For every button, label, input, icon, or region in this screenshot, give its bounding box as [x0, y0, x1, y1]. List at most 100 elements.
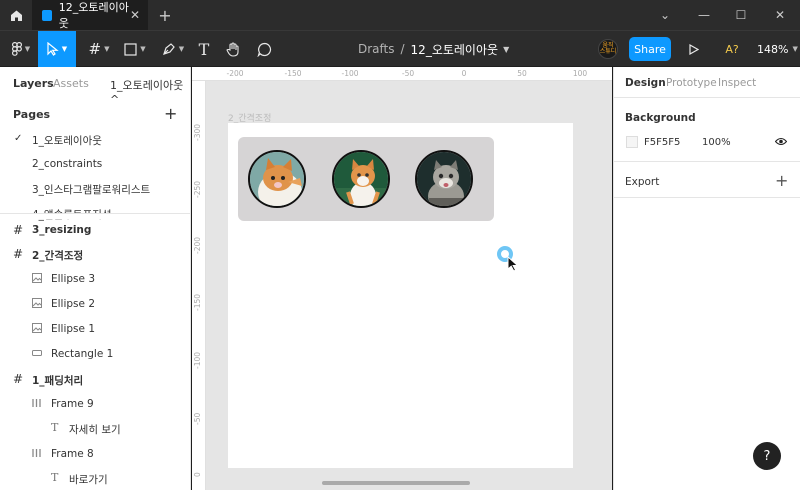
- home-button[interactable]: [0, 0, 32, 30]
- document-tab-title: 12_오토레이아웃: [58, 1, 129, 30]
- chevron-down-icon: ▼: [140, 45, 146, 53]
- background-section-title: Background: [625, 112, 696, 124]
- checkmark-icon: ✓: [14, 133, 23, 144]
- layer-item[interactable]: 자세히 보기: [69, 422, 121, 437]
- add-export-icon[interactable]: +: [775, 171, 788, 190]
- frame-tool-button[interactable]: # ▼: [82, 31, 116, 67]
- play-icon: [689, 43, 699, 55]
- comment-tool-button[interactable]: [253, 31, 275, 67]
- breadcrumb-drafts[interactable]: Drafts: [358, 42, 395, 56]
- panel-divider: [614, 161, 800, 162]
- ruler-tick: -50: [401, 69, 415, 78]
- new-tab-button[interactable]: +: [154, 0, 176, 30]
- layer-item[interactable]: Rectangle 1: [51, 348, 113, 360]
- hand-tool-button[interactable]: [222, 31, 244, 67]
- text-tool-button[interactable]: T: [193, 31, 215, 67]
- tab-close-icon[interactable]: ✕: [130, 8, 140, 22]
- background-hex-input[interactable]: F5F5F5: [644, 137, 680, 148]
- window-close-icon[interactable]: ✕: [762, 0, 798, 30]
- cursor-arrow-icon: [47, 42, 59, 56]
- panel-divider: [614, 197, 800, 198]
- help-button[interactable]: ?: [753, 442, 781, 470]
- image-icon: [32, 323, 42, 333]
- main-menu-button[interactable]: ▼: [4, 31, 38, 67]
- panel-divider: [614, 97, 800, 98]
- ellipse-2[interactable]: [332, 150, 390, 208]
- document-tab[interactable]: 12_오토레이아웃 ✕: [32, 0, 148, 30]
- frame-hash-icon: #: [13, 223, 24, 237]
- layer-item[interactable]: Ellipse 3: [51, 273, 95, 285]
- ruler-tick: 0: [461, 69, 467, 78]
- ruler-tick: -50: [193, 412, 202, 425]
- add-page-icon[interactable]: +: [164, 104, 177, 123]
- chevron-down-icon[interactable]: ⌄: [647, 0, 683, 30]
- chevron-down-icon: ▼: [792, 45, 798, 53]
- tab-prototype[interactable]: Prototype: [666, 77, 717, 89]
- layer-item[interactable]: 바로가기: [69, 472, 108, 487]
- frame-hash-icon: #: [88, 40, 102, 58]
- export-section-title: Export: [625, 176, 660, 188]
- ruler-tick: 0: [193, 472, 202, 477]
- left-panel-tabs: Layers Assets 1_오토레이아웃 ^: [0, 67, 190, 106]
- chevron-down-icon: ▼: [104, 45, 110, 53]
- file-name[interactable]: 12_오토레이아웃: [411, 41, 499, 58]
- minimize-icon[interactable]: —: [686, 0, 722, 30]
- ruler-tick: 50: [517, 69, 527, 78]
- ruler-tick: -150: [284, 69, 302, 78]
- rectangle-icon: [124, 42, 137, 56]
- avatar[interactable]: 움직 스튜디: [598, 39, 618, 59]
- shape-tool-button[interactable]: ▼: [118, 31, 152, 67]
- zoom-dropdown[interactable]: 148% ▼: [757, 31, 798, 67]
- zoom-level: 148%: [757, 42, 789, 56]
- tab-design[interactable]: Design: [625, 77, 666, 89]
- home-icon: [10, 10, 22, 21]
- layer-item[interactable]: Frame 8: [51, 448, 94, 460]
- mouse-cursor-icon: [507, 256, 519, 272]
- background-opacity-input[interactable]: 100%: [702, 137, 731, 148]
- layer-item[interactable]: Frame 9: [51, 398, 94, 410]
- layer-item[interactable]: 3_resizing: [32, 224, 91, 236]
- page-item[interactable]: 3_인스타그램팔로워리스트: [32, 182, 150, 197]
- layer-item[interactable]: Ellipse 1: [51, 323, 95, 335]
- ruler-tick: 100: [572, 69, 588, 78]
- tab-assets[interactable]: Assets: [53, 77, 89, 90]
- current-page-switcher[interactable]: 1_오토레이아웃 ^: [110, 77, 190, 106]
- pages-divider: [0, 213, 190, 219]
- ruler-tick: -100: [341, 69, 359, 78]
- layer-item[interactable]: 2_간격조정: [32, 248, 83, 263]
- chevron-down-icon: ▼: [61, 45, 68, 53]
- frame-hash-icon: #: [13, 247, 24, 261]
- text-t-icon: T: [51, 471, 59, 484]
- background-color-swatch[interactable]: [626, 136, 638, 148]
- ellipse-3[interactable]: [415, 150, 473, 208]
- eye-icon[interactable]: [775, 137, 787, 146]
- horizontal-ruler: -200 -150 -100 -50 0 50 100: [192, 67, 612, 81]
- pen-tool-button[interactable]: ▼: [156, 31, 190, 67]
- horizontal-scrollbar[interactable]: [322, 481, 470, 485]
- layer-item[interactable]: 1_패딩처리: [32, 373, 83, 388]
- vertical-ruler: -300 -250 -200 -150 -100 -50 0: [192, 81, 206, 490]
- chevron-down-icon: ▼: [178, 45, 185, 53]
- maximize-icon[interactable]: ☐: [723, 0, 759, 30]
- canvas[interactable]: -200 -150 -100 -50 0 50 100 -300 -250 -2…: [192, 67, 612, 490]
- move-tool-button[interactable]: ▼: [38, 31, 76, 67]
- ruler-tick: -200: [193, 236, 202, 254]
- image-icon: [32, 273, 42, 283]
- pages-header: Pages: [13, 108, 51, 121]
- ruler-tick: -200: [226, 69, 244, 78]
- ellipse-1[interactable]: [248, 150, 306, 208]
- page-item[interactable]: 1_오토레이아웃: [32, 133, 102, 148]
- tab-layers[interactable]: Layers: [13, 77, 54, 90]
- avatar-text: 움직 스튜디: [599, 42, 617, 55]
- layer-item[interactable]: Ellipse 2: [51, 298, 95, 310]
- chevron-down-icon: ▼: [24, 45, 31, 53]
- ruler-tick: -100: [193, 351, 202, 369]
- share-button[interactable]: Share: [629, 37, 671, 61]
- accessibility-plugin-button[interactable]: A?: [721, 31, 743, 67]
- present-button[interactable]: [684, 31, 704, 67]
- chevron-down-icon[interactable]: ▼: [503, 45, 509, 54]
- auto-layout-icon: [32, 449, 41, 457]
- page-item[interactable]: 2_constraints: [32, 158, 102, 170]
- tab-inspect[interactable]: Inspect: [718, 77, 756, 89]
- image-icon: [32, 298, 42, 308]
